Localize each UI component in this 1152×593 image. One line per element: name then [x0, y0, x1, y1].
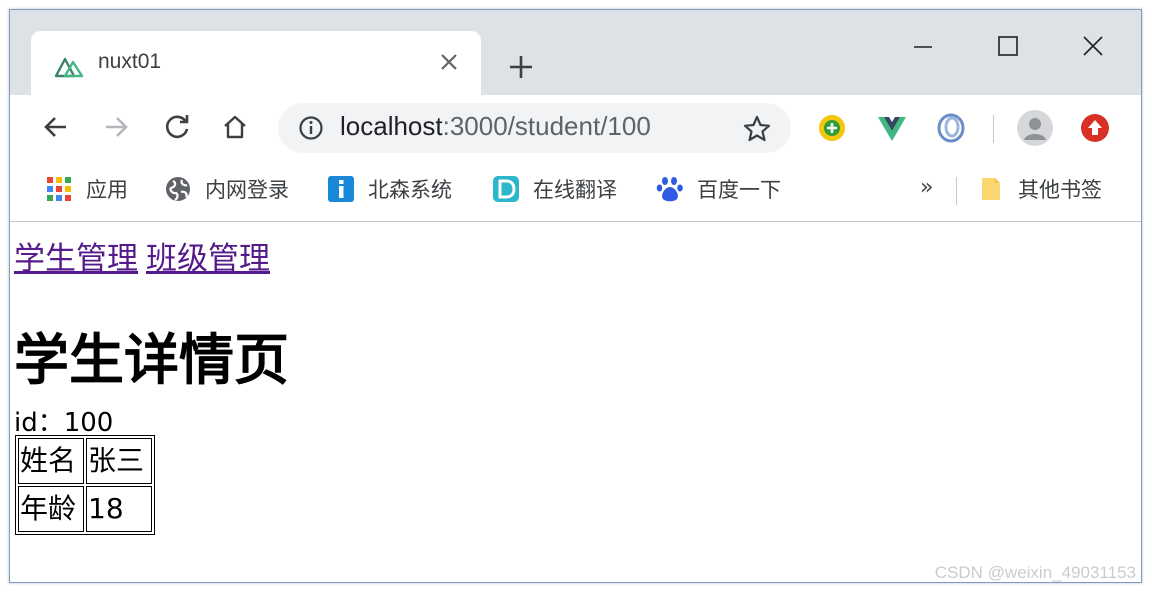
new-tab-button[interactable] [504, 50, 538, 84]
tab-close-button[interactable] [436, 49, 462, 75]
watermark: CSDN @weixin_49031153 [934, 563, 1136, 582]
extension-plus-icon[interactable] [816, 112, 848, 144]
globe-icon [166, 177, 190, 201]
extension-ring-icon[interactable] [935, 112, 967, 144]
tab-strip: nuxt01 [10, 10, 1141, 95]
baidu-paw-icon [656, 177, 683, 202]
url-path: :3000/student/100 [442, 111, 651, 141]
folder-icon [982, 178, 1000, 200]
bookmark-label: 应用 [86, 178, 128, 202]
update-icon[interactable] [1079, 112, 1111, 144]
bookmarks-separator [956, 177, 957, 205]
tab-active[interactable]: nuxt01 [31, 31, 481, 95]
bookmark-label: 内网登录 [205, 178, 289, 202]
info-icon[interactable] [298, 115, 324, 141]
table-cell-label: 年龄 [18, 486, 84, 532]
bookmarks-bar: 应用 内网登录 北森系统 在线翻译 百度一下 » 其他书签 [10, 159, 1141, 222]
star-icon[interactable] [742, 114, 772, 144]
page-title: 学生详情页 [14, 328, 290, 392]
bookmark-baidu[interactable]: 百度一下 [656, 173, 781, 205]
close-icon [1083, 36, 1103, 56]
maximize-icon [998, 36, 1018, 56]
browser-toolbar: localhost:3000/student/100 [10, 95, 1141, 159]
table-row: 年龄 18 [18, 486, 152, 532]
reload-button[interactable] [159, 109, 195, 145]
apps-grid-icon [47, 177, 71, 201]
arrow-left-icon [44, 117, 66, 137]
vue-devtools-icon[interactable] [876, 112, 908, 144]
plus-icon [510, 56, 532, 78]
bookmark-online-translate[interactable]: 在线翻译 [492, 173, 617, 205]
bookmarks-overflow-button[interactable]: » [920, 175, 933, 200]
address-url[interactable]: localhost:3000/student/100 [340, 111, 651, 142]
d-logo-icon [493, 176, 519, 202]
avatar-icon[interactable] [1016, 109, 1054, 147]
nav-link-class-management[interactable]: 班级管理 [146, 241, 270, 277]
window-close-button[interactable] [1070, 28, 1116, 64]
url-host: localhost [340, 111, 443, 141]
table-cell-value: 张三 [86, 438, 152, 484]
reload-icon [166, 115, 189, 139]
page-nav: 学生管理 班级管理 [14, 233, 278, 278]
student-info-table: 姓名 张三 年龄 18 [15, 435, 155, 535]
tab-title: nuxt01 [98, 50, 162, 73]
bookmark-label: 百度一下 [697, 178, 781, 202]
bookmark-label: 在线翻译 [533, 178, 617, 202]
minimize-icon [914, 46, 932, 48]
address-bar[interactable]: localhost:3000/student/100 [278, 103, 791, 153]
nav-link-student-management[interactable]: 学生管理 [14, 241, 138, 277]
forward-button[interactable] [98, 109, 134, 145]
home-button[interactable] [217, 109, 253, 145]
back-button[interactable] [38, 109, 74, 145]
arrow-right-icon [106, 117, 128, 137]
page-content: 学生管理 班级管理 学生详情页 id：100 姓名 张三 年龄 18 [10, 223, 1141, 582]
home-icon [224, 115, 246, 139]
bookmark-other-folder[interactable]: 其他书签 [977, 173, 1102, 205]
table-cell-value: 18 [86, 486, 152, 532]
bookmark-label: 北森系统 [368, 178, 452, 202]
maximize-button[interactable] [985, 28, 1031, 64]
bookmark-label: 其他书签 [1018, 178, 1102, 202]
nuxt-logo-icon [54, 57, 84, 78]
info-icon [328, 176, 354, 202]
bookmark-beisen[interactable]: 北森系统 [327, 173, 452, 205]
browser-window: nuxt01 localhost:3000/student/100 应用 内网登… [9, 9, 1142, 583]
table-cell-label: 姓名 [18, 438, 84, 484]
toolbar-separator [993, 115, 994, 143]
minimize-button[interactable] [900, 28, 946, 64]
table-row: 姓名 张三 [18, 438, 152, 484]
bookmark-intranet-login[interactable]: 内网登录 [164, 173, 289, 205]
bookmark-apps[interactable]: 应用 [45, 173, 128, 205]
student-id-text: id：100 [14, 408, 114, 438]
close-icon [441, 54, 457, 70]
